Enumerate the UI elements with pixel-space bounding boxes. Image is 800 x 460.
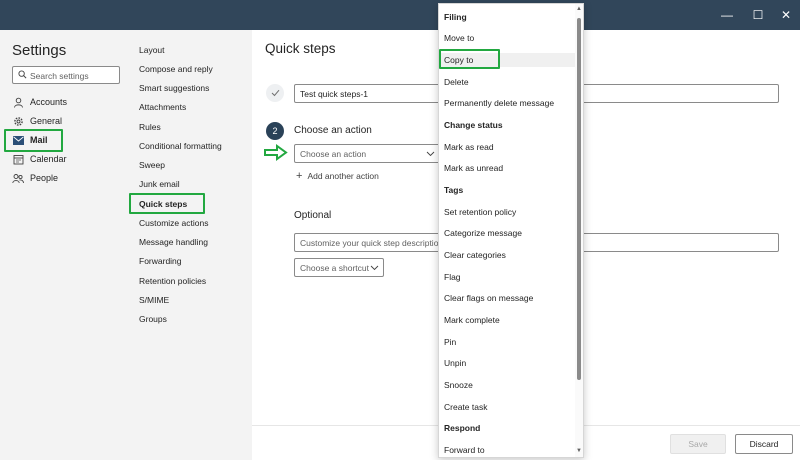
menu-item-clear-categories[interactable]: Clear categories <box>444 248 506 262</box>
menu-scrollbar-thumb[interactable] <box>577 18 581 380</box>
save-button[interactable]: Save <box>670 434 726 454</box>
section-customize-actions[interactable]: Customize actions <box>139 216 208 230</box>
section-compose-and-reply[interactable]: Compose and reply <box>139 62 213 76</box>
discard-button[interactable]: Discard <box>735 434 793 454</box>
nav-general[interactable]: General <box>12 113 62 129</box>
section-smime[interactable]: S/MIME <box>139 293 169 307</box>
menu-item-mark-as-read[interactable]: Mark as read <box>444 140 494 154</box>
nav-accounts[interactable]: Accounts <box>12 94 67 110</box>
chevron-down-icon <box>426 151 435 157</box>
description-placeholder: Customize your quick step description <box>300 238 444 248</box>
chevron-down-icon <box>370 265 379 271</box>
settings-nav-pane: Settings Search settings Accounts Genera… <box>0 30 130 460</box>
step-number-badge: 2 <box>266 122 284 140</box>
nav-calendar-label: Calendar <box>30 154 67 164</box>
menu-item-permanently-delete[interactable]: Permanently delete message <box>444 96 554 110</box>
close-window-button[interactable]: ✕ <box>779 8 793 22</box>
section-attachments[interactable]: Attachments <box>139 100 186 114</box>
menu-item-mark-as-unread[interactable]: Mark as unread <box>444 161 503 175</box>
action-menu: Filing Move to Copy to Delete Permanentl… <box>438 3 584 458</box>
section-conditional-formatting[interactable]: Conditional formatting <box>139 139 222 153</box>
nav-people-label: People <box>30 173 59 183</box>
nav-mail-label: Mail <box>30 135 48 145</box>
menu-scrollbar[interactable]: ▲ ▼ <box>575 4 583 457</box>
menu-item-categorize-message[interactable]: Categorize message <box>444 226 522 240</box>
maximize-button[interactable]: ☐ <box>751 8 765 22</box>
section-message-handling[interactable]: Message handling <box>139 235 208 249</box>
scroll-down-icon[interactable]: ▼ <box>576 448 582 454</box>
choose-action-heading: Choose an action <box>294 125 372 136</box>
section-sweep[interactable]: Sweep <box>139 158 165 172</box>
menu-header-tags: Tags <box>444 185 464 195</box>
search-icon <box>18 70 27 79</box>
window-titlebar: — ☐ ✕ <box>0 0 800 30</box>
nav-mail[interactable]: Mail <box>12 132 48 148</box>
mail-icon <box>12 134 24 146</box>
search-settings-input[interactable]: Search settings <box>12 66 120 84</box>
shortcut-dropdown-value: Choose a shortcut <box>300 263 369 273</box>
shortcut-dropdown[interactable]: Choose a shortcut <box>294 258 384 277</box>
section-rules[interactable]: Rules <box>139 120 161 134</box>
menu-item-forward-to[interactable]: Forward to <box>444 443 485 457</box>
menu-item-move-to[interactable]: Move to <box>444 31 474 45</box>
section-layout[interactable]: Layout <box>139 43 165 57</box>
section-smart-suggestions[interactable]: Smart suggestions <box>139 81 209 95</box>
menu-item-mark-complete[interactable]: Mark complete <box>444 313 500 327</box>
menu-item-flag[interactable]: Flag <box>444 270 461 284</box>
plus-icon: + <box>296 170 303 182</box>
quick-step-name-value: Test quick steps-1 <box>300 89 369 99</box>
search-placeholder: Search settings <box>30 71 89 81</box>
menu-header-filing: Filing <box>444 12 467 22</box>
nav-accounts-label: Accounts <box>30 97 68 107</box>
nav-people[interactable]: People <box>12 170 58 186</box>
section-groups[interactable]: Groups <box>139 312 167 326</box>
action-dropdown-value: Choose an action <box>300 149 367 159</box>
section-forwarding[interactable]: Forwarding <box>139 254 182 268</box>
menu-item-unpin[interactable]: Unpin <box>444 356 466 370</box>
nav-calendar[interactable]: Calendar <box>12 151 67 167</box>
people-icon <box>12 172 24 184</box>
action-dropdown[interactable]: Choose an action <box>294 144 440 163</box>
menu-header-change-status: Change status <box>444 120 503 130</box>
menu-item-snooze[interactable]: Snooze <box>444 378 473 392</box>
page-title: Quick steps <box>265 41 336 56</box>
calendar-icon <box>12 153 24 165</box>
checkmark-icon <box>271 89 279 97</box>
menu-item-create-task[interactable]: Create task <box>444 400 487 414</box>
add-another-action-label: Add another action <box>307 171 379 181</box>
section-quick-steps[interactable]: Quick steps <box>139 197 187 211</box>
arrow-right-icon <box>264 144 288 161</box>
person-icon <box>12 96 24 108</box>
nav-general-label: General <box>30 116 63 126</box>
add-another-action-button[interactable]: + Add another action <box>296 170 379 182</box>
menu-item-set-retention-policy[interactable]: Set retention policy <box>444 205 516 219</box>
menu-item-clear-flags[interactable]: Clear flags on message <box>444 291 533 305</box>
menu-item-pin[interactable]: Pin <box>444 335 456 349</box>
mail-sections-pane: Layout Compose and reply Smart suggestio… <box>130 30 252 460</box>
section-junk-email[interactable]: Junk email <box>139 177 180 191</box>
optional-heading: Optional <box>294 210 332 221</box>
minimize-button[interactable]: — <box>720 8 734 22</box>
menu-item-copy-to[interactable]: Copy to <box>439 53 575 67</box>
settings-title: Settings <box>12 42 67 59</box>
menu-header-respond: Respond <box>444 423 481 433</box>
section-retention-policies[interactable]: Retention policies <box>139 274 206 288</box>
step-complete-indicator <box>266 84 284 102</box>
gear-icon <box>12 115 24 127</box>
menu-item-delete[interactable]: Delete <box>444 75 469 89</box>
scroll-up-icon[interactable]: ▲ <box>576 6 582 12</box>
